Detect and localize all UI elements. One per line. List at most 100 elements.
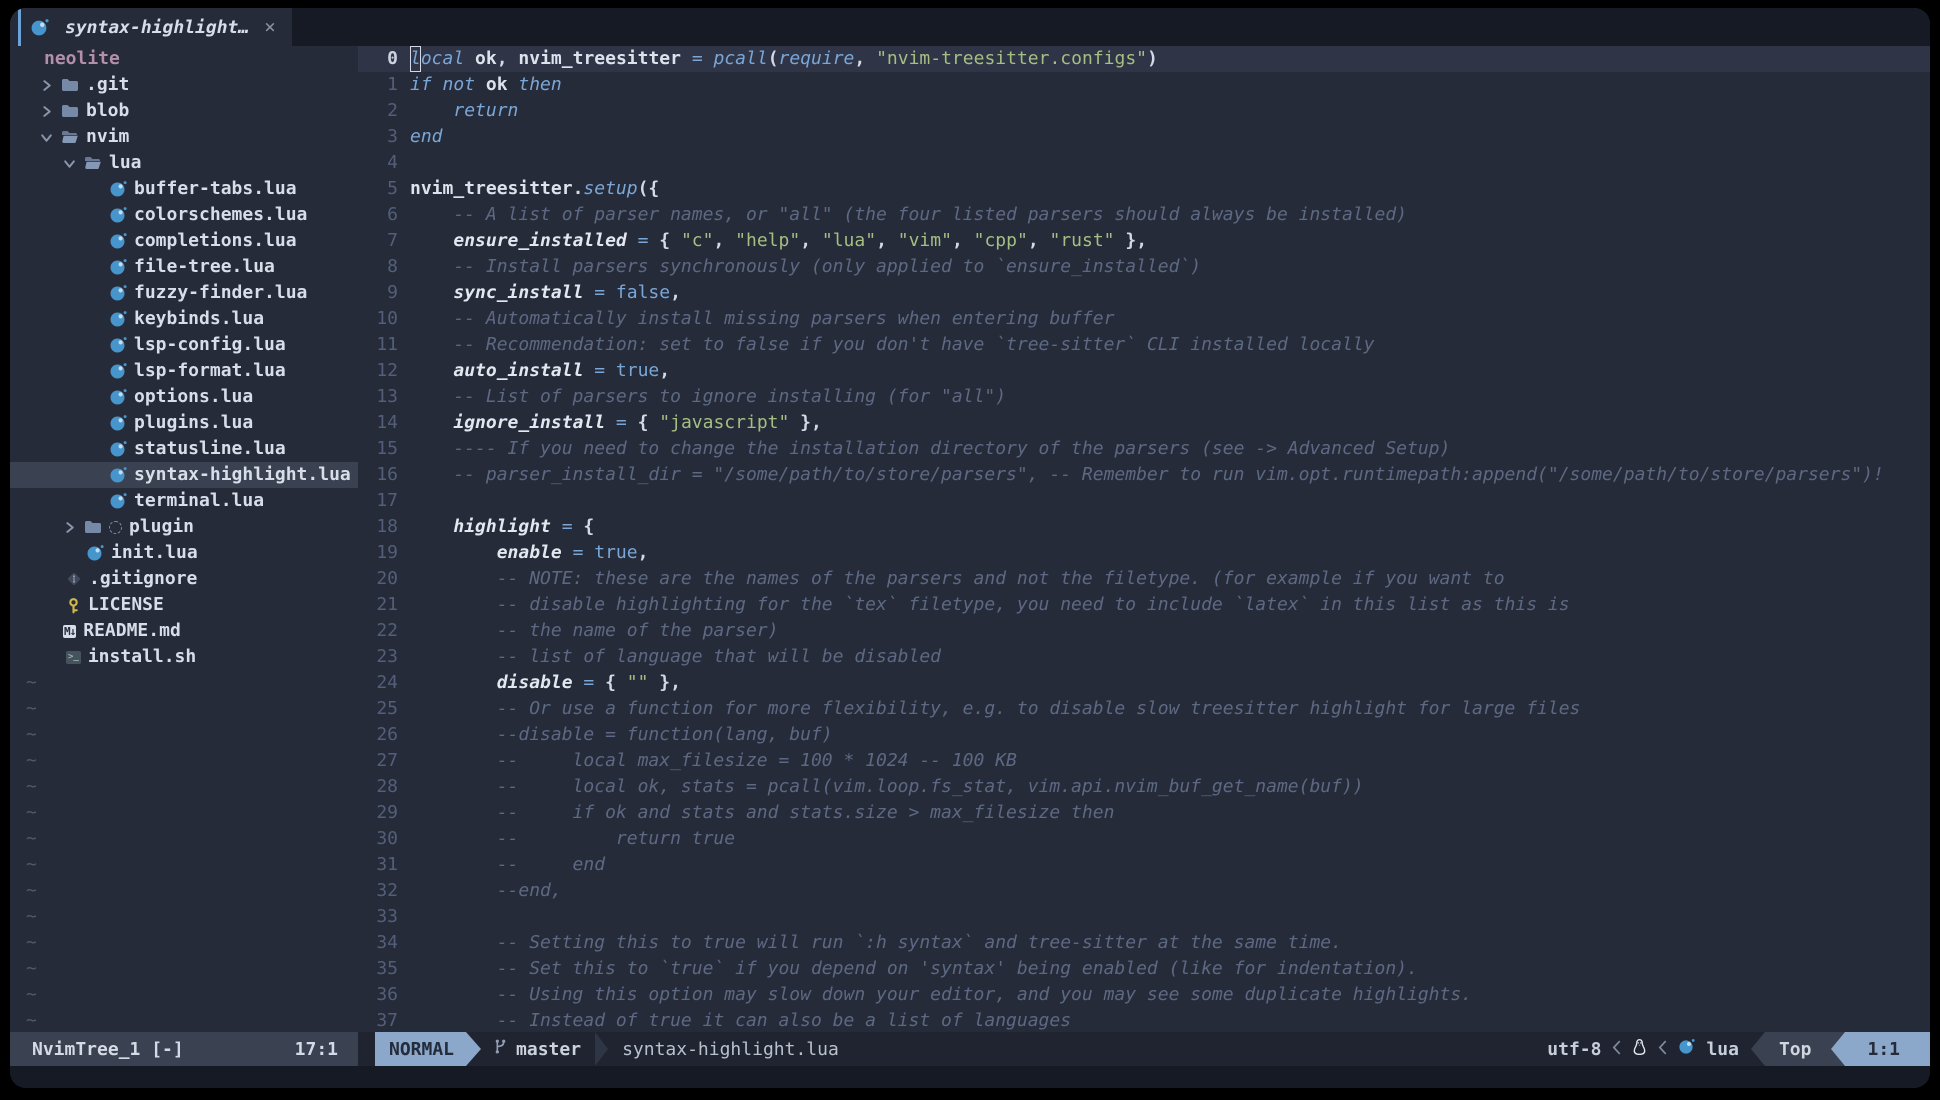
tree-item-plugins-lua[interactable]: plugins.lua (10, 410, 358, 436)
code-line-36[interactable]: 36 -- Using this option may slow down yo… (358, 982, 1930, 1008)
empty-line-tilde: ~ (10, 696, 358, 722)
code-line-25[interactable]: 25 -- Or use a function for more flexibi… (358, 696, 1930, 722)
file-tree: neolite.gitblobnvimluabuffer-tabs.luacol… (10, 46, 358, 1032)
tree-item-terminal-lua[interactable]: terminal.lua (10, 488, 358, 514)
license-icon (66, 597, 81, 614)
empty-line-tilde: ~ (10, 852, 358, 878)
tree-item-buffer-tabs-lua[interactable]: buffer-tabs.lua (10, 176, 358, 202)
tree-item-label: colorschemes.lua (134, 202, 307, 228)
tree-item-blob[interactable]: blob (10, 98, 358, 124)
code-line-22[interactable]: 22 -- the name of the parser) (358, 618, 1930, 644)
chevron-left-icon (1612, 1039, 1621, 1060)
nvimtree-buffer-name: NvimTree_1 [-] (32, 1039, 184, 1060)
tree-item-label: init.lua (111, 540, 198, 566)
code-line-30[interactable]: 30 -- return true (358, 826, 1930, 852)
code-line-34[interactable]: 34 -- Setting this to true will run `:h … (358, 930, 1930, 956)
tree-item-license[interactable]: LICENSE (10, 592, 358, 618)
tree-item-plugin[interactable]: plugin (10, 514, 358, 540)
code-line-7[interactable]: 7 ensure_installed = { "c", "help", "lua… (358, 228, 1930, 254)
tree-item-label: plugin (129, 514, 194, 540)
neovim-window: syntax-highlight… × neolite.gitblobnviml… (10, 8, 1930, 1088)
tree-item-lsp-config-lua[interactable]: lsp-config.lua (10, 332, 358, 358)
code-line-37[interactable]: 37 -- Instead of true it can also be a l… (358, 1008, 1930, 1032)
code-line-35[interactable]: 35 -- Set this to `true` if you depend o… (358, 956, 1930, 982)
code-line-10[interactable]: 10 -- Automatically install missing pars… (358, 306, 1930, 332)
code-line-9[interactable]: 9 sync_install = false, (358, 280, 1930, 306)
line-number: 24 (358, 670, 398, 696)
code-line-text: disable = { "" }, (398, 670, 681, 696)
line-number: 13 (358, 384, 398, 410)
tree-item-statusline-lua[interactable]: statusline.lua (10, 436, 358, 462)
statusbar-right-items: utf-8 lua (1547, 1032, 1739, 1066)
code-line-text: local ok, nvim_treesitter = pcall(requir… (398, 46, 1158, 72)
tree-item-lua[interactable]: lua (10, 150, 358, 176)
code-line-27[interactable]: 27 -- local max_filesize = 100 * 1024 --… (358, 748, 1930, 774)
tab-close-icon[interactable]: × (264, 16, 275, 38)
filetype-label: lua (1706, 1039, 1739, 1060)
empty-line-tilde: ~ (10, 774, 358, 800)
code-line-text: sync_install = false, (398, 280, 681, 306)
code-line-text: return (398, 98, 518, 124)
code-line-2[interactable]: 2 return (358, 98, 1930, 124)
code-line-17[interactable]: 17 (358, 488, 1930, 514)
code-line-text (398, 488, 410, 514)
code-line-text: --disable = function(lang, buf) (398, 722, 833, 748)
tree-item-file-tree-lua[interactable]: file-tree.lua (10, 254, 358, 280)
tree-item-syntax-highlight-lua[interactable]: syntax-highlight.lua (10, 462, 358, 488)
tree-item-nvim[interactable]: nvim (10, 124, 358, 150)
code-editor[interactable]: 0local ok, nvim_treesitter = pcall(requi… (358, 46, 1930, 1032)
tab-title: syntax-highlight… (65, 17, 249, 38)
code-line-13[interactable]: 13 -- List of parsers to ignore installi… (358, 384, 1930, 410)
tree-item--git[interactable]: .git (10, 72, 358, 98)
tree-item-label: nvim (86, 124, 129, 150)
tree-item-install-sh[interactable]: >_install.sh (10, 644, 358, 670)
code-line-3[interactable]: 3end (358, 124, 1930, 150)
code-line-33[interactable]: 33 (358, 904, 1930, 930)
tree-item-init-lua[interactable]: init.lua (10, 540, 358, 566)
code-line-12[interactable]: 12 auto_install = true, (358, 358, 1930, 384)
chevron-left-icon (1658, 1039, 1667, 1060)
empty-line-tilde: ~ (10, 878, 358, 904)
tree-item-completions-lua[interactable]: completions.lua (10, 228, 358, 254)
code-line-1[interactable]: 1if not ok then (358, 72, 1930, 98)
code-line-19[interactable]: 19 enable = true, (358, 540, 1930, 566)
lua-icon (109, 466, 127, 484)
line-number: 19 (358, 540, 398, 566)
code-line-0[interactable]: 0local ok, nvim_treesitter = pcall(requi… (358, 46, 1930, 72)
code-line-11[interactable]: 11 -- Recommendation: set to false if yo… (358, 332, 1930, 358)
code-line-14[interactable]: 14 ignore_install = { "javascript" }, (358, 410, 1930, 436)
git-icon (66, 571, 82, 587)
code-line-20[interactable]: 20 -- NOTE: these are the names of the p… (358, 566, 1930, 592)
code-line-28[interactable]: 28 -- local ok, stats = pcall(vim.loop.f… (358, 774, 1930, 800)
tree-item-options-lua[interactable]: options.lua (10, 384, 358, 410)
code-line-24[interactable]: 24 disable = { "" }, (358, 670, 1930, 696)
code-line-32[interactable]: 32 --end, (358, 878, 1930, 904)
tree-item-neolite[interactable]: neolite (10, 46, 358, 72)
code-line-text: nvim_treesitter.setup({ (398, 176, 659, 202)
code-line-8[interactable]: 8 -- Install parsers synchronously (only… (358, 254, 1930, 280)
tree-item-colorschemes-lua[interactable]: colorschemes.lua (10, 202, 358, 228)
tree-item-keybinds-lua[interactable]: keybinds.lua (10, 306, 358, 332)
tree-item-readme-md[interactable]: M↓README.md (10, 618, 358, 644)
line-number: 12 (358, 358, 398, 384)
code-line-29[interactable]: 29 -- if ok and stats and stats.size > m… (358, 800, 1930, 826)
tree-item-fuzzy-finder-lua[interactable]: fuzzy-finder.lua (10, 280, 358, 306)
code-line-16[interactable]: 16 -- parser_install_dir = "/some/path/t… (358, 462, 1930, 488)
git-branch-icon (493, 1038, 508, 1060)
code-line-23[interactable]: 23 -- list of language that will be disa… (358, 644, 1930, 670)
tab-syntax-highlight[interactable]: syntax-highlight… × (18, 8, 292, 46)
code-line-15[interactable]: 15 ---- If you need to change the instal… (358, 436, 1930, 462)
code-line-4[interactable]: 4 (358, 150, 1930, 176)
tree-item-lsp-format-lua[interactable]: lsp-format.lua (10, 358, 358, 384)
code-line-31[interactable]: 31 -- end (358, 852, 1930, 878)
tree-item--gitignore[interactable]: .gitignore (10, 566, 358, 592)
code-line-26[interactable]: 26 --disable = function(lang, buf) (358, 722, 1930, 748)
dashed-circle-icon (109, 521, 122, 534)
code-line-6[interactable]: 6 -- A list of parser names, or "all" (t… (358, 202, 1930, 228)
line-number: 29 (358, 800, 398, 826)
lua-icon (109, 492, 127, 510)
code-line-5[interactable]: 5nvim_treesitter.setup({ (358, 176, 1930, 202)
code-line-18[interactable]: 18 highlight = { (358, 514, 1930, 540)
status-bar: NvimTree_1 [-] 17:1 NORMAL master syntax… (10, 1032, 1930, 1066)
code-line-21[interactable]: 21 -- disable highlighting for the `tex`… (358, 592, 1930, 618)
